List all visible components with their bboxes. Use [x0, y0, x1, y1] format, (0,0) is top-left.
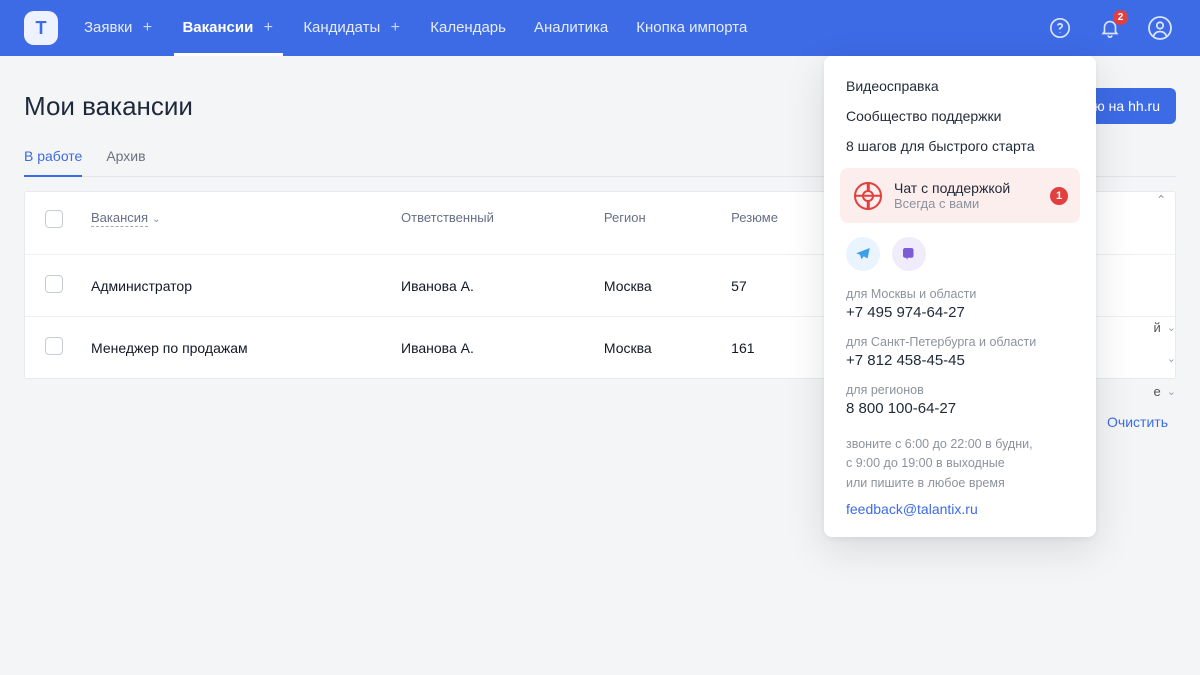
clear-filters-link[interactable]: Очистить [1107, 414, 1168, 430]
select-all-checkbox[interactable] [45, 210, 63, 228]
help-link-quickstart[interactable]: 8 шагов для быстрого старта [846, 138, 1074, 154]
filter-peek-1[interactable]: й ⌄ [1126, 320, 1176, 335]
plus-icon[interactable]: + [140, 21, 154, 35]
cell-owner: Иванова А. [387, 255, 590, 317]
phone-regions: для регионов 8 800 100-64-27 [846, 383, 1074, 417]
profile-icon[interactable] [1144, 12, 1176, 44]
cell-region: Москва [590, 317, 717, 379]
nav-requests[interactable]: Заявки + [84, 0, 154, 56]
nav-label: Вакансии [182, 0, 253, 56]
col-owner: Ответственный [387, 192, 590, 255]
help-icon[interactable] [1044, 12, 1076, 44]
col-region: Регион [590, 192, 717, 255]
messenger-links [824, 237, 1096, 285]
tab-in-work[interactable]: В работе [24, 138, 82, 176]
nav-candidates[interactable]: Кандидаты + [303, 0, 402, 56]
cell-region: Москва [590, 255, 717, 317]
chevron-down-icon: ⌄ [152, 214, 160, 225]
phone-number[interactable]: +7 812 458-45-45 [846, 352, 1074, 369]
phone-number[interactable]: +7 495 974-64-27 [846, 304, 1074, 321]
nav-label: Кандидаты [303, 0, 380, 56]
support-chat-button[interactable]: Чат с поддержкой Всегда с вами 1 [840, 168, 1080, 223]
help-links: Видеосправка Сообщество поддержки 8 шаго… [824, 74, 1096, 168]
phone-spb: для Санкт-Петербурга и области +7 812 45… [846, 335, 1074, 369]
phone-label: для Санкт-Петербурга и области [846, 335, 1074, 349]
chevron-down-icon: ⌄ [1167, 385, 1176, 398]
nav-label: Кнопка импорта [636, 0, 747, 56]
telegram-icon[interactable] [846, 237, 880, 271]
cell-owner: Иванова А. [387, 317, 590, 379]
filter-peek-text: е [1154, 384, 1161, 399]
phone-number[interactable]: 8 800 100-64-27 [846, 400, 1074, 417]
page-title: Мои вакансии [24, 91, 193, 122]
filter-peek-2[interactable]: ⌄ [1126, 352, 1176, 365]
nav-vacancies[interactable]: Вакансии + [182, 0, 275, 56]
nav-items: Заявки + Вакансии + Кандидаты + Календар… [84, 0, 1044, 56]
col-vacancy[interactable]: Вакансия⌄ [77, 192, 387, 255]
support-phones: для Москвы и области +7 495 974-64-27 дл… [824, 285, 1096, 421]
chevron-up-icon[interactable]: ⌄ [1156, 192, 1166, 206]
viber-icon[interactable] [892, 237, 926, 271]
chat-unread-badge: 1 [1050, 187, 1068, 205]
chevron-down-icon: ⌄ [1167, 321, 1176, 334]
nav-label: Аналитика [534, 0, 608, 56]
filter-peek-3[interactable]: е ⌄ [1126, 384, 1176, 399]
phone-label: для регионов [846, 383, 1074, 397]
phone-moscow: для Москвы и области +7 495 974-64-27 [846, 287, 1074, 321]
row-checkbox[interactable] [45, 337, 63, 355]
chat-text: Чат с поддержкой Всегда с вами [894, 180, 1010, 211]
chat-title: Чат с поддержкой [894, 180, 1010, 196]
tab-archive[interactable]: Архив [106, 138, 145, 176]
nav-calendar[interactable]: Календарь [430, 0, 506, 56]
cell-vacancy: Администратор [77, 255, 387, 317]
chevron-down-icon: ⌄ [1167, 352, 1176, 365]
chat-subtitle: Всегда с вами [894, 196, 1010, 211]
notification-badge: 2 [1113, 10, 1128, 25]
nav-import[interactable]: Кнопка импорта [636, 0, 747, 56]
plus-icon[interactable]: + [261, 21, 275, 35]
nav-right: 2 [1044, 12, 1176, 44]
nav-label: Календарь [430, 0, 506, 56]
top-nav: T Заявки + Вакансии + Кандидаты + Календ… [0, 0, 1200, 56]
help-link-video[interactable]: Видеосправка [846, 78, 1074, 94]
help-popover: Видеосправка Сообщество поддержки 8 шаго… [824, 56, 1096, 537]
lifebuoy-icon [854, 182, 882, 210]
nav-label: Заявки [84, 0, 132, 56]
support-hours: звоните с 6:00 до 22:00 в будни, с 9:00 … [824, 421, 1096, 495]
nav-analytics[interactable]: Аналитика [534, 0, 608, 56]
cell-vacancy: Менеджер по продажам [77, 317, 387, 379]
bell-icon[interactable]: 2 [1094, 12, 1126, 44]
phone-label: для Москвы и области [846, 287, 1074, 301]
plus-icon[interactable]: + [388, 21, 402, 35]
row-checkbox[interactable] [45, 275, 63, 293]
feedback-email-link[interactable]: feedback@talantix.ru [824, 495, 1096, 537]
logo[interactable]: T [24, 11, 58, 45]
help-link-community[interactable]: Сообщество поддержки [846, 108, 1074, 124]
filter-peek-text: й [1154, 320, 1161, 335]
